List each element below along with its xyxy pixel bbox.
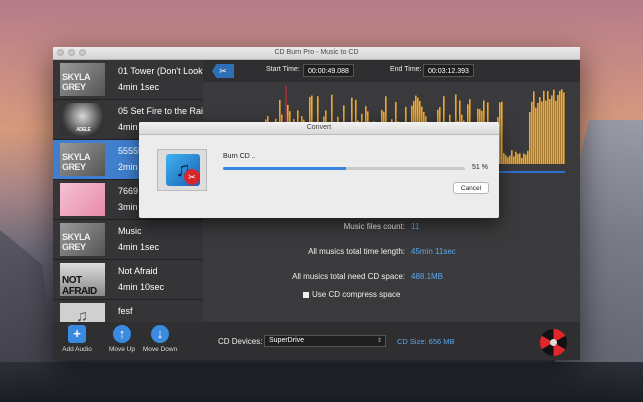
progress-bar <box>223 167 465 170</box>
convert-dialog: Convert ♫ ✂ Burn CD .. 51 % Cancel <box>139 122 499 218</box>
files-count-label: Music files count: <box>343 222 405 231</box>
waveform-bar <box>553 89 555 164</box>
album-art <box>60 183 105 216</box>
bottom-toolbar: + Add Audio ↑ Move Up ↓ Move Down CD Dev… <box>53 322 580 360</box>
album-art: SKYLA GREY <box>60 63 105 96</box>
waveform-bar <box>537 102 539 164</box>
waveform-bar <box>545 100 547 164</box>
waveform-bar <box>515 151 517 164</box>
total-time-value: 45min 11sec <box>411 247 456 256</box>
track-name: 01 Tower (Don't Look Back) <box>118 66 203 76</box>
total-space-label: All musics total need CD space: <box>292 272 405 281</box>
track-row[interactable]: NOT AFRAID Not Afraid 4min 10sec <box>53 260 203 300</box>
album-art: SKYLA GREY <box>60 223 105 256</box>
scissors-badge-icon: ✂ <box>184 169 200 185</box>
waveform-bar <box>499 102 501 164</box>
waveform-bar <box>549 99 551 164</box>
move-up-button[interactable]: ↑ Move Up <box>102 325 142 353</box>
track-duration: 3min <box>118 202 138 212</box>
waveform-bar <box>543 90 545 164</box>
time-toolbar: ✂ Start Time: 00:00:49.088 End Time: 00:… <box>203 60 580 82</box>
compress-option[interactable]: Use CD compress space <box>303 290 400 299</box>
album-art: NOT AFRAID <box>60 263 105 296</box>
track-duration: 2min <box>118 162 138 172</box>
track-name: 7669 <box>118 186 139 196</box>
track-name: Not Afraid <box>118 266 158 276</box>
waveform-bar <box>541 101 543 164</box>
scissors-icon[interactable]: ✂ <box>212 64 234 78</box>
cd-devices-label: CD Devices: <box>218 337 263 346</box>
waveform-bar <box>501 101 503 164</box>
total-space-value: 488.1MB <box>411 272 444 281</box>
progress-percent: 51 % <box>472 164 488 171</box>
waveform-bar <box>509 155 511 164</box>
compress-label: Use CD compress space <box>312 290 401 299</box>
album-art: SKYLA GREY <box>60 143 105 176</box>
waveform-bar <box>535 107 537 164</box>
waveform-bar <box>529 112 531 164</box>
track-name: 05 Set Fire to the Rain <box>118 106 203 116</box>
total-time-label: All musics total time length: <box>308 247 405 256</box>
waveform-bar <box>521 157 523 164</box>
waveform-bar <box>547 91 549 164</box>
track-duration: 4min 1sec <box>118 242 160 252</box>
waveform-bar <box>561 89 563 164</box>
cd-size-label: CD Size: 656 MB <box>397 337 455 346</box>
app-icon: ♫ ✂ <box>157 149 207 191</box>
track-row[interactable]: SKYLA GREY 01 Tower (Don't Look Back) 4m… <box>53 60 203 100</box>
arrow-up-icon: ↑ <box>113 325 131 343</box>
waveform-bar <box>555 100 557 164</box>
waveform-bar <box>517 153 519 164</box>
end-time-field[interactable]: 00:03:12.393 <box>423 64 474 77</box>
track-name: fesf <box>118 306 133 316</box>
window-title: CD Burn Pro - Music to CD <box>274 49 359 56</box>
select-arrows-icon: ⇕ <box>376 338 382 344</box>
background-trees <box>0 362 643 402</box>
album-art: ADELE <box>60 103 105 136</box>
waveform-bar <box>527 150 529 164</box>
burn-disc-icon[interactable] <box>540 329 567 356</box>
waveform-bar <box>511 150 513 164</box>
burn-status-text: Burn CD .. <box>223 153 256 160</box>
waveform-bar <box>563 92 565 164</box>
plus-icon: + <box>68 325 86 343</box>
waveform-bar <box>525 154 527 164</box>
files-count-value: 11 <box>411 222 420 231</box>
waveform-bar <box>523 153 525 164</box>
end-time-label: End Time: <box>390 66 422 73</box>
track-name: Music <box>118 226 142 236</box>
waveform-bar <box>505 155 507 164</box>
cancel-button[interactable]: Cancel <box>453 182 489 194</box>
progress-fill <box>223 167 347 170</box>
waveform-bar <box>531 101 533 164</box>
waveform-bar <box>533 91 535 164</box>
compress-checkbox[interactable] <box>303 291 309 298</box>
waveform-bar <box>513 156 515 164</box>
add-audio-button[interactable]: + Add Audio <box>57 325 97 353</box>
waveform-bar <box>559 90 561 164</box>
start-time-label: Start Time: <box>266 66 300 73</box>
waveform-bar <box>519 153 521 164</box>
move-down-button[interactable]: ↓ Move Down <box>140 325 180 353</box>
waveform-bar <box>551 95 553 164</box>
title-bar: CD Burn Pro - Music to CD <box>53 47 580 60</box>
track-row[interactable]: ♫ fesf <box>53 300 203 322</box>
track-duration: 4min 10sec <box>118 282 165 292</box>
dialog-title: Convert <box>139 122 499 135</box>
waveform-bar <box>539 96 541 164</box>
waveform-bar <box>503 153 505 164</box>
music-file-icon: ♫ <box>60 303 105 322</box>
waveform-bar <box>507 157 509 164</box>
track-duration: 4min 1sec <box>118 82 160 92</box>
track-duration: 4min <box>118 122 138 132</box>
start-time-field[interactable]: 00:00:49.088 <box>303 64 354 77</box>
cd-device-select[interactable]: SuperDrive ⇕ <box>264 335 386 347</box>
waveform-bar <box>557 94 559 164</box>
arrow-down-icon: ↓ <box>151 325 169 343</box>
track-row[interactable]: SKYLA GREY Music 4min 1sec <box>53 220 203 260</box>
